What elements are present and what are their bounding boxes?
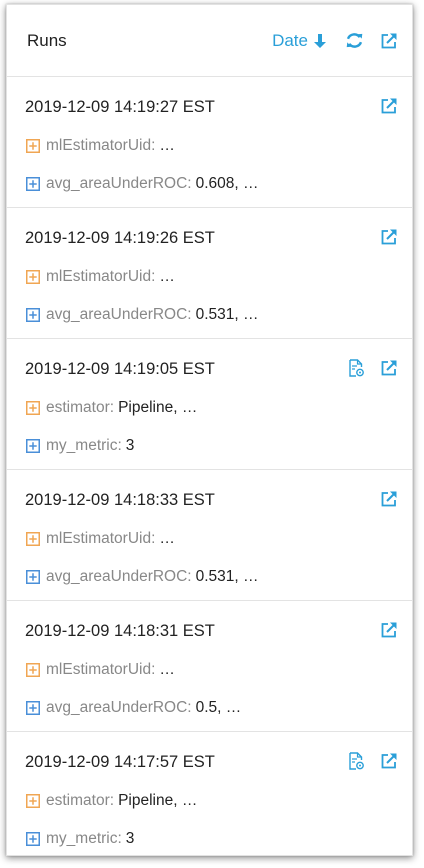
- run-metric: avg_areaUnderROC:0.608, …: [26, 175, 259, 193]
- metric-separator: :: [187, 568, 192, 585]
- expand-params-icon[interactable]: [26, 532, 40, 546]
- param-key: estimator: [46, 792, 110, 809]
- expand-metrics-icon[interactable]: [26, 570, 40, 584]
- run-param: mlEstimatorUid:…: [26, 661, 175, 679]
- run-item[interactable]: 2019-12-09 14:19:27 EST mlEstimatorUid:…: [7, 77, 412, 208]
- param-separator: :: [151, 137, 156, 154]
- run-date: 2019-12-09 14:17:57 EST: [25, 753, 215, 771]
- sort-label: Date: [272, 30, 308, 50]
- metric-separator: :: [187, 699, 192, 716]
- param-key: estimator: [46, 399, 110, 416]
- metric-value: 0.531, …: [195, 306, 259, 323]
- run-item[interactable]: 2019-12-09 14:17:57 EST estimator: Pipe…: [7, 732, 412, 855]
- metric-separator: :: [117, 830, 122, 847]
- metric-value: 3: [125, 437, 135, 454]
- expand-params-icon[interactable]: [26, 401, 40, 415]
- external-link-icon[interactable]: [380, 490, 398, 508]
- expand-metrics-icon[interactable]: [26, 832, 40, 846]
- arrow-down-icon: [314, 33, 326, 48]
- sort-by-date-button[interactable]: Date: [272, 31, 327, 51]
- param-key: mlEstimatorUid: [46, 137, 152, 154]
- run-item[interactable]: 2019-12-09 14:18:31 EST mlEstimatorUid:…: [7, 601, 412, 732]
- expand-metrics-icon[interactable]: [26, 177, 40, 191]
- run-actions: [380, 490, 398, 508]
- param-separator: :: [151, 530, 156, 547]
- run-actions: [380, 97, 398, 115]
- run-actions: [380, 228, 398, 246]
- external-link-icon[interactable]: [380, 621, 398, 639]
- param-value: Pipeline, …: [118, 399, 198, 416]
- metric-separator: :: [187, 306, 192, 323]
- run-date: 2019-12-09 14:18:31 EST: [25, 622, 215, 640]
- metric-key: my_metric: [46, 830, 118, 847]
- expand-params-icon[interactable]: [26, 663, 40, 677]
- param-separator: :: [151, 661, 156, 678]
- run-date: 2019-12-09 14:19:27 EST: [25, 98, 215, 116]
- metric-value: 0.5, …: [195, 699, 242, 716]
- run-item[interactable]: 2019-12-09 14:18:33 EST mlEstimatorUid:…: [7, 470, 412, 601]
- runs-panel: Runs Date 2019-12-09 14:19:27 EST mlEsti…: [6, 4, 413, 856]
- metric-key: avg_areaUnderROC: [46, 175, 188, 192]
- param-value: …: [159, 530, 175, 547]
- metric-key: my_metric: [46, 437, 118, 454]
- run-param: mlEstimatorUid:…: [26, 137, 175, 155]
- run-metric: avg_areaUnderROC:0.531, …: [26, 568, 259, 586]
- run-date: 2019-12-09 14:19:26 EST: [25, 229, 215, 247]
- metric-key: avg_areaUnderROC: [46, 306, 188, 323]
- run-param: estimator: Pipeline, …: [26, 792, 197, 810]
- expand-params-icon[interactable]: [26, 794, 40, 808]
- metric-separator: :: [187, 175, 192, 192]
- external-link-icon[interactable]: [380, 752, 398, 770]
- run-metric: avg_areaUnderROC:0.531, …: [26, 306, 259, 324]
- run-actions: [349, 752, 398, 770]
- param-separator: :: [109, 792, 115, 809]
- model-file-icon[interactable]: [349, 752, 364, 770]
- param-key: mlEstimatorUid: [46, 530, 152, 547]
- panel-title: Runs: [27, 30, 67, 50]
- param-value: …: [159, 661, 175, 678]
- run-param: estimator: Pipeline, …: [26, 399, 197, 417]
- param-value: …: [159, 137, 175, 154]
- param-value: Pipeline, …: [118, 792, 198, 809]
- external-link-icon[interactable]: [380, 359, 398, 377]
- run-item[interactable]: 2019-12-09 14:19:05 EST estimator: Pipe…: [7, 339, 412, 470]
- param-value: …: [159, 268, 175, 285]
- run-item[interactable]: 2019-12-09 14:19:26 EST mlEstimatorUid:…: [7, 208, 412, 339]
- expand-metrics-icon[interactable]: [26, 308, 40, 322]
- expand-metrics-icon[interactable]: [26, 701, 40, 715]
- expand-params-icon[interactable]: [26, 270, 40, 284]
- runs-header: Runs Date: [7, 5, 412, 77]
- param-separator: :: [109, 399, 115, 416]
- run-param: mlEstimatorUid:…: [26, 530, 175, 548]
- run-date: 2019-12-09 14:18:33 EST: [25, 491, 215, 509]
- run-param: mlEstimatorUid:…: [26, 268, 175, 286]
- external-link-icon[interactable]: [380, 228, 398, 246]
- expand-params-icon[interactable]: [26, 139, 40, 153]
- metric-key: avg_areaUnderROC: [46, 568, 188, 585]
- run-metric: my_metric:3: [26, 830, 134, 848]
- runs-list: 2019-12-09 14:19:27 EST mlEstimatorUid:…: [7, 77, 412, 855]
- refresh-icon[interactable]: [345, 31, 364, 50]
- run-date: 2019-12-09 14:19:05 EST: [25, 360, 215, 378]
- external-link-icon[interactable]: [380, 32, 398, 50]
- metric-value: 0.531, …: [195, 568, 259, 585]
- model-file-icon[interactable]: [349, 359, 364, 377]
- param-key: mlEstimatorUid: [46, 268, 152, 285]
- external-link-icon[interactable]: [380, 97, 398, 115]
- param-separator: :: [151, 268, 156, 285]
- run-actions: [380, 621, 398, 639]
- run-actions: [349, 359, 398, 377]
- metric-key: avg_areaUnderROC: [46, 699, 188, 716]
- metric-value: 3: [125, 830, 135, 847]
- run-metric: avg_areaUnderROC:0.5, …: [26, 699, 241, 717]
- expand-metrics-icon[interactable]: [26, 439, 40, 453]
- metric-value: 0.608, …: [195, 175, 259, 192]
- run-metric: my_metric:3: [26, 437, 134, 455]
- metric-separator: :: [117, 437, 122, 454]
- param-key: mlEstimatorUid: [46, 661, 152, 678]
